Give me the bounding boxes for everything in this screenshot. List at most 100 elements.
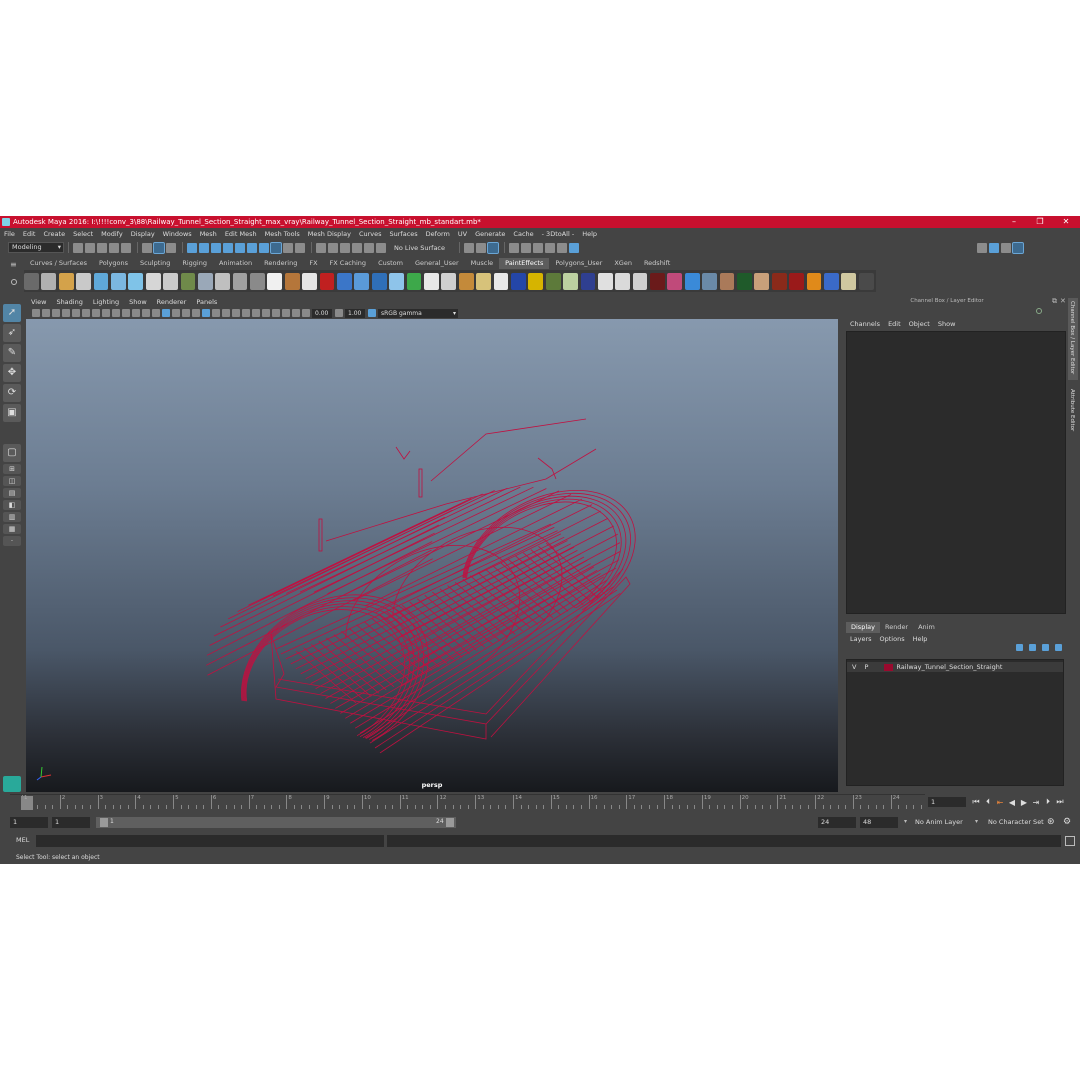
wireframe-icon[interactable] <box>162 309 170 317</box>
layer-menu-layers[interactable]: Layers <box>846 635 876 643</box>
anim-layer-dropdown[interactable]: No Anim Layer <box>915 816 963 828</box>
shelf-brush-icon[interactable] <box>250 272 265 290</box>
menu-generate[interactable]: Generate <box>471 230 509 238</box>
step-forward-key-icon[interactable]: ⇥ <box>1030 798 1042 807</box>
viewport-menu-view[interactable]: View <box>26 298 51 306</box>
outliner-layout-icon[interactable]: ▤ <box>3 488 21 498</box>
shelf-brush-icon[interactable] <box>858 272 874 290</box>
xform-absolute-icon[interactable] <box>464 242 475 253</box>
shelf-brush-icon[interactable] <box>754 272 770 290</box>
open-scene-icon[interactable] <box>85 242 95 253</box>
ipr-icon[interactable] <box>533 242 544 253</box>
undo-icon[interactable] <box>109 242 119 253</box>
hypershade-layout-icon[interactable]: ▦ <box>3 524 21 534</box>
layer-row[interactable]: V P Railway_Tunnel_Section_Straight <box>847 662 1063 672</box>
sidebar-toggle-icon[interactable] <box>487 241 500 254</box>
shelf-tab-polygons[interactable]: Polygons <box>93 258 134 269</box>
shelf-tab-xgen[interactable]: XGen <box>608 258 638 269</box>
move-layer-up-icon[interactable] <box>1016 644 1023 651</box>
shadows-icon[interactable] <box>222 309 230 317</box>
render-settings-icon[interactable] <box>376 242 386 253</box>
attribute-editor-icon[interactable] <box>1001 242 1012 253</box>
layer-name[interactable]: Railway_Tunnel_Section_Straight <box>896 663 1002 671</box>
resolution-gate-icon[interactable] <box>112 309 120 317</box>
shelf-brush-icon[interactable] <box>789 272 804 290</box>
select-camera-icon[interactable] <box>32 309 40 317</box>
shelf-brush-icon[interactable] <box>215 272 231 290</box>
shelf-tab-rendering[interactable]: Rendering <box>258 258 303 269</box>
history-icon[interactable] <box>295 242 305 253</box>
menu-set-dropdown[interactable]: Modeling ▾ <box>8 242 64 253</box>
shelf-brush-icon[interactable] <box>684 272 700 290</box>
camera-icon[interactable] <box>292 309 300 317</box>
image-plane-icon[interactable] <box>62 309 70 317</box>
layer-tab-render[interactable]: Render <box>880 622 913 633</box>
shelf-tab-general-user[interactable]: General_User <box>409 258 465 269</box>
channel-box-icon[interactable] <box>1012 241 1025 254</box>
exposure-field[interactable]: 0.00 <box>312 308 332 318</box>
anti-aliasing-icon[interactable] <box>252 309 260 317</box>
shelf-tab-animation[interactable]: Animation <box>213 258 258 269</box>
viewport-menu-panels[interactable]: Panels <box>191 298 222 306</box>
four-pane-layout-icon[interactable]: ⊞ <box>3 464 21 474</box>
shelf-brush-icon[interactable] <box>128 272 144 290</box>
current-frame-field[interactable]: 1 <box>928 797 966 807</box>
animation-preferences-icon[interactable]: ⚙ <box>1063 816 1071 828</box>
redo-icon[interactable] <box>121 242 131 253</box>
gamma-icon[interactable] <box>335 309 343 317</box>
float-panel-icon[interactable]: ⧉ <box>1052 297 1057 306</box>
render-setup-icon[interactable] <box>557 242 568 253</box>
select-component-icon[interactable] <box>166 242 176 253</box>
channel-box-menu-edit[interactable]: Edit <box>884 320 905 328</box>
symmetry-icon[interactable] <box>247 242 257 253</box>
menu-display[interactable]: Display <box>127 230 159 238</box>
menu-modify[interactable]: Modify <box>97 230 127 238</box>
shelf-brush-icon[interactable] <box>493 272 509 290</box>
shelf-brush-icon[interactable] <box>24 272 39 290</box>
modeling-toolkit-icon[interactable] <box>989 242 1000 253</box>
close-button[interactable]: ✕ <box>1054 216 1078 228</box>
play-backwards-icon[interactable]: ◀ <box>1006 798 1018 807</box>
shelf-tab-polygons-user[interactable]: Polygons_User <box>549 258 608 269</box>
viewport-menu-shading[interactable]: Shading <box>51 298 87 306</box>
shelf-tab-muscle[interactable]: Muscle <box>465 258 500 269</box>
gamma-field[interactable]: 1.00 <box>345 308 365 318</box>
render-frame-icon[interactable] <box>352 242 362 253</box>
layer-playback-toggle[interactable]: P <box>864 663 868 671</box>
shelf-brush-icon[interactable] <box>145 272 161 290</box>
grease-pencil-icon[interactable] <box>82 309 90 317</box>
gate-mask-icon[interactable] <box>122 309 130 317</box>
shelf-brush-icon[interactable] <box>267 272 283 290</box>
shelf-brush-icon[interactable] <box>667 272 683 290</box>
range-slider[interactable]: 1 24 <box>96 817 456 828</box>
construction-history-icon[interactable] <box>340 242 350 253</box>
menu-cache[interactable]: Cache <box>509 230 537 238</box>
shelf-brush-icon[interactable] <box>580 272 596 290</box>
snap-live-icon[interactable] <box>235 242 245 253</box>
film-gate-icon[interactable] <box>102 309 110 317</box>
range-end-handle[interactable] <box>446 818 454 827</box>
new-layer-icon[interactable] <box>1042 644 1049 651</box>
shelf-brush-icon[interactable] <box>528 272 544 290</box>
two-pane-layout-icon[interactable]: ◫ <box>3 476 21 486</box>
shelf-menu-icon[interactable]: ≡ <box>10 261 17 269</box>
maya-home-icon[interactable] <box>3 776 21 792</box>
shelf-brush-icon[interactable] <box>737 272 752 290</box>
step-back-key-icon[interactable]: ⇤ <box>994 798 1006 807</box>
shelf-brush-icon[interactable] <box>510 272 526 290</box>
rotate-tool-icon[interactable]: ⟳ <box>3 384 21 402</box>
layer-color-swatch[interactable] <box>884 663 894 671</box>
channel-list[interactable] <box>846 331 1066 614</box>
shelf-brush-icon[interactable] <box>76 272 91 290</box>
shelf-brush-icon[interactable] <box>389 272 404 290</box>
shelf-brush-icon[interactable] <box>650 272 665 290</box>
attribute-editor-side-tab[interactable]: Attribute Editor <box>1068 386 1078 441</box>
channel-box-menu-object[interactable]: Object <box>905 320 934 328</box>
color-space-dropdown[interactable]: sRGB gamma ▾ <box>378 308 458 318</box>
go-to-end-icon[interactable]: ⏭ <box>1054 797 1066 807</box>
save-scene-icon[interactable] <box>97 242 107 253</box>
snap-view-plane-icon[interactable] <box>223 242 233 253</box>
bookmark-icon[interactable] <box>52 309 60 317</box>
shelf-brush-icon[interactable] <box>163 272 178 290</box>
layer-tab-display[interactable]: Display <box>846 622 880 633</box>
